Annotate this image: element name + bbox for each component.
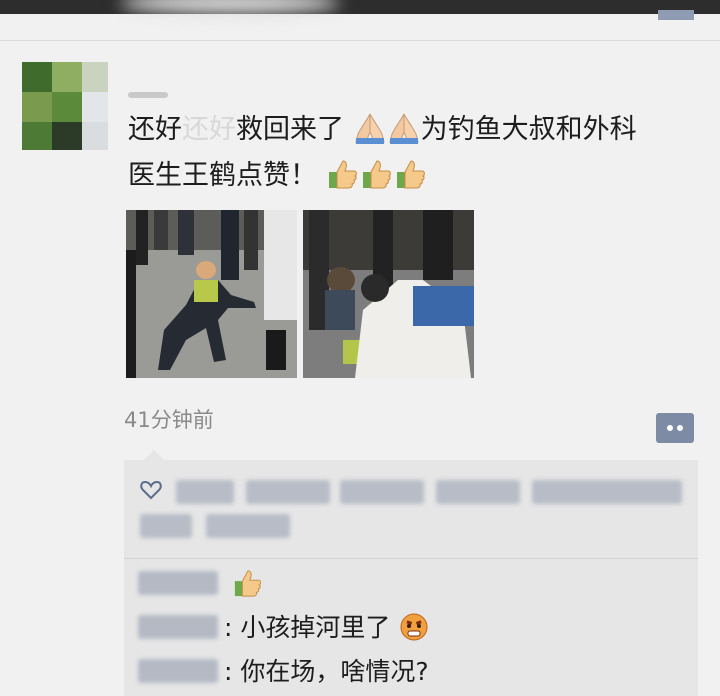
post-photo-1[interactable] [126, 210, 297, 378]
liker-name-blurred[interactable] [532, 480, 682, 504]
poster-name-blurred[interactable] [128, 92, 168, 98]
liker-name-blurred[interactable] [246, 480, 330, 504]
comment-text: : 你在场，啥情况? [224, 657, 429, 686]
panel-pointer [144, 450, 164, 460]
liker-name-blurred[interactable] [206, 514, 290, 538]
post-text: 还好还好救回来了 为钓鱼大叔和外科 医生王鹤点赞！ [128, 110, 708, 202]
post-text-part: 还好 [128, 114, 182, 145]
liker-name-blurred[interactable] [436, 480, 520, 504]
status-bar [0, 0, 720, 20]
folded-hands-icon [388, 112, 420, 156]
blurred-status [658, 10, 694, 20]
thumbs-up-icon [327, 158, 359, 202]
thumbs-up-icon [361, 158, 393, 202]
post-text-part: 救回来了 [236, 114, 344, 145]
divider [0, 40, 720, 41]
comment-item[interactable] [138, 566, 264, 602]
post-time: 41分钟前 [124, 408, 214, 432]
comment-item[interactable]: : 小孩掉河里了 [138, 610, 430, 646]
comment-dots-icon [677, 425, 683, 431]
angry-face-icon [399, 612, 429, 652]
liker-name-blurred[interactable] [340, 480, 424, 504]
commenter-name-blurred[interactable] [138, 615, 218, 639]
commenter-name-blurred[interactable] [138, 571, 218, 595]
comment-dots-icon [667, 425, 673, 431]
liker-name-blurred[interactable] [176, 480, 234, 504]
post-text-faded: 还好 [182, 114, 236, 145]
post-text-part: 医生王鹤点赞！ [128, 160, 317, 191]
comment-item[interactable]: : 你在场，啥情况? [138, 654, 429, 690]
likes-comments-panel: : 小孩掉河里了 : 你在场，啥情况? [124, 450, 698, 696]
panel-divider [124, 558, 698, 559]
thumbs-up-icon [233, 568, 263, 608]
comment-button[interactable] [656, 413, 694, 443]
post-text-part: 为钓鱼大叔和外科 [420, 114, 637, 145]
heart-outline-icon [140, 480, 162, 504]
thumbs-up-icon [395, 158, 427, 202]
post-photo-2[interactable] [303, 210, 474, 378]
comment-text: : 小孩掉河里了 [224, 613, 391, 642]
liker-name-blurred[interactable] [140, 514, 192, 538]
avatar[interactable] [22, 62, 108, 150]
commenter-name-blurred[interactable] [138, 659, 218, 683]
blurred-title [120, 0, 340, 14]
folded-hands-icon [354, 112, 386, 156]
